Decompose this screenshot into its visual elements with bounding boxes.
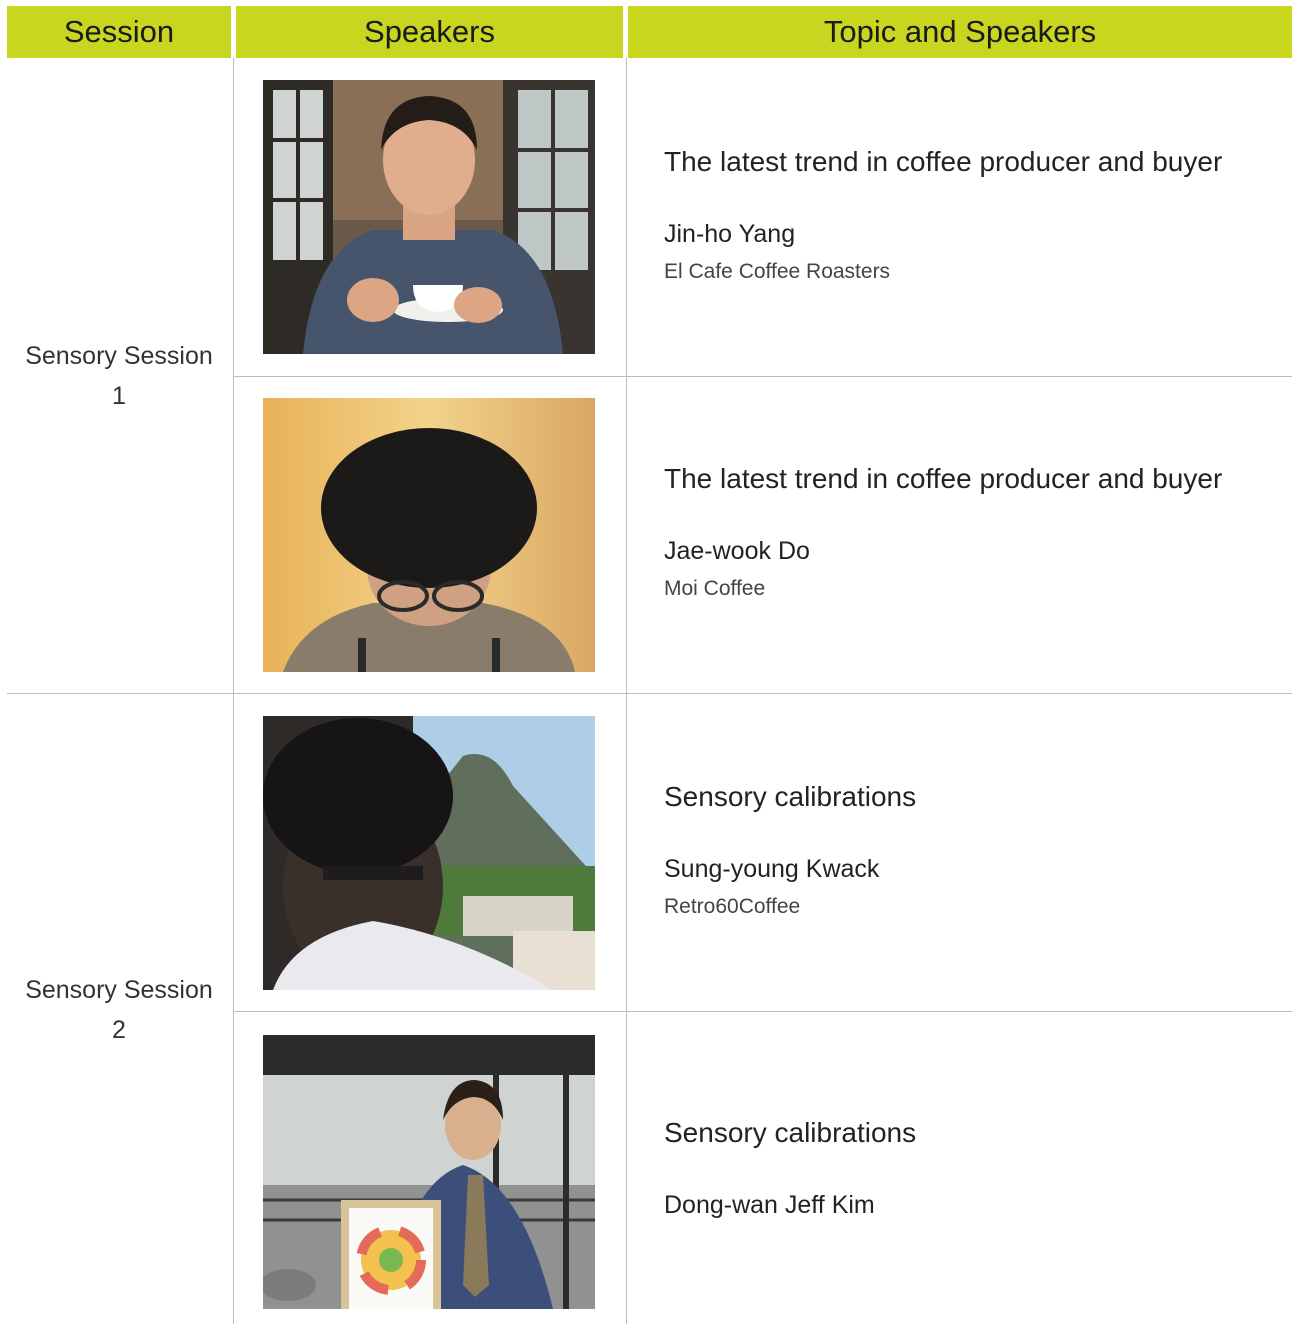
speaker-photo bbox=[263, 80, 595, 354]
header-speakers: Speakers bbox=[236, 6, 623, 58]
session-label-number: 1 bbox=[112, 382, 126, 410]
row-divider bbox=[233, 1011, 1292, 1012]
row-divider bbox=[7, 693, 1292, 694]
topic-title: Sensory calibrations bbox=[664, 1117, 917, 1148]
session-label-line: Sensory Session bbox=[25, 342, 213, 370]
session-label-2: Sensory Session 2 bbox=[7, 970, 231, 1050]
topic-title: The latest trend in coffee producer and … bbox=[664, 146, 1223, 177]
row-divider bbox=[233, 376, 1292, 377]
speaker-name: Sung-young Kwack bbox=[664, 855, 880, 883]
topic-title: Sensory calibrations bbox=[664, 781, 917, 812]
speaker-photo-sung-young-kwack bbox=[263, 716, 595, 990]
speaker-organization: El Cafe Coffee Roasters bbox=[664, 260, 891, 283]
speaker-name: Jae-wook Do bbox=[664, 537, 810, 565]
speaker-photo-jae-wook-do bbox=[263, 398, 595, 672]
speaker-name: Jin-ho Yang bbox=[664, 220, 796, 248]
column-divider bbox=[626, 58, 627, 1324]
session-label-line: Sensory Session bbox=[25, 976, 213, 1004]
speaker-name: Dong-wan Jeff Kim bbox=[664, 1191, 875, 1219]
speaker-organization: Moi Coffee bbox=[664, 577, 766, 600]
column-divider bbox=[233, 58, 234, 1324]
speaker-photo-jin-ho-yang bbox=[263, 80, 595, 354]
topic-title: The latest trend in coffee producer and … bbox=[664, 463, 1223, 494]
header-session: Session bbox=[7, 6, 231, 58]
speaker-photo-dong-wan-jeff-kim bbox=[263, 1035, 595, 1309]
header-topic-and-speakers: Topic and Speakers bbox=[628, 6, 1292, 58]
speaker-photo bbox=[263, 398, 595, 672]
session-label-1: Sensory Session 1 bbox=[7, 336, 231, 416]
speaker-organization: Retro60Coffee bbox=[664, 895, 801, 918]
speaker-photo bbox=[263, 716, 595, 990]
speaker-photo bbox=[263, 1035, 595, 1309]
speaker-table: Session Speakers Topic and Speakers Sens… bbox=[0, 0, 1292, 1324]
session-label-number: 2 bbox=[112, 1016, 126, 1044]
